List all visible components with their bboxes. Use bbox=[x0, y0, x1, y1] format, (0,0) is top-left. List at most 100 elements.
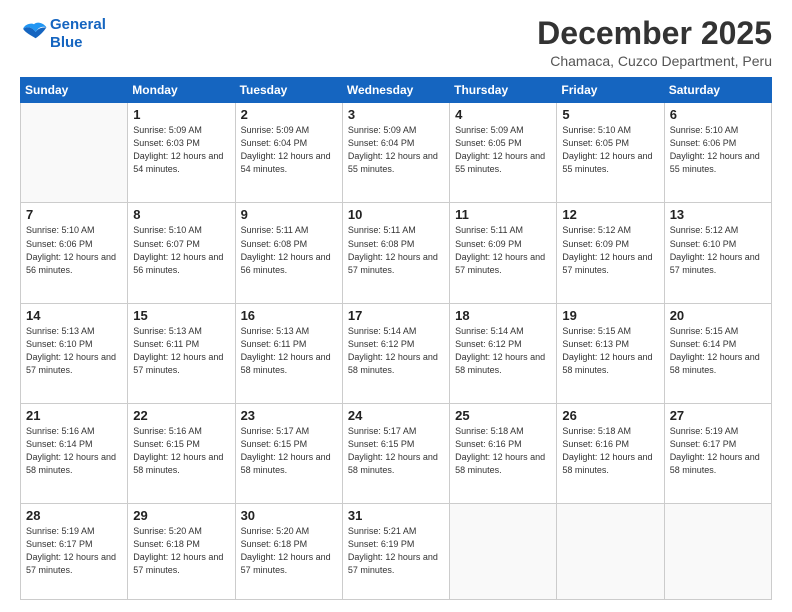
day-number: 13 bbox=[670, 207, 766, 222]
day-number: 31 bbox=[348, 508, 444, 523]
table-row: 16 Sunrise: 5:13 AMSunset: 6:11 PMDayligh… bbox=[235, 303, 342, 403]
header-thursday: Thursday bbox=[450, 78, 557, 103]
logo-text: General Blue bbox=[50, 16, 106, 52]
table-row: 13Sunrise: 5:12 AMSunset: 6:10 PMDayligh… bbox=[664, 203, 771, 303]
day-number: 28 bbox=[26, 508, 122, 523]
header: General Blue December 2025 Chamaca, Cuzc… bbox=[20, 16, 772, 69]
day-number: 20 bbox=[670, 308, 766, 323]
header-friday: Friday bbox=[557, 78, 664, 103]
table-row: 28 Sunrise: 5:19 AMSunset: 6:17 PMDayligh… bbox=[21, 504, 128, 600]
day-number: 24 bbox=[348, 408, 444, 423]
day-number: 4 bbox=[455, 107, 551, 122]
day-number: 1 bbox=[133, 107, 229, 122]
header-tuesday: Tuesday bbox=[235, 78, 342, 103]
day-number: 15 bbox=[133, 308, 229, 323]
day-info: Sunrise: 5:17 AMSunset: 6:15 PMDaylight:… bbox=[241, 425, 337, 477]
day-number: 25 bbox=[455, 408, 551, 423]
day-number: 2 bbox=[241, 107, 337, 122]
day-info: Sunrise: 5:21 AMSunset: 6:19 PMDaylight:… bbox=[348, 525, 444, 577]
table-row: 18 Sunrise: 5:14 AMSunset: 6:12 PMDayligh… bbox=[450, 303, 557, 403]
day-number: 23 bbox=[241, 408, 337, 423]
day-info: Sunrise: 5:11 AMSunset: 6:08 PMDaylight:… bbox=[241, 224, 337, 276]
table-row: 14Sunrise: 5:13 AMSunset: 6:10 PMDayligh… bbox=[21, 303, 128, 403]
day-info: Sunrise: 5:12 AMSunset: 6:09 PMDaylight:… bbox=[562, 224, 658, 276]
day-number: 21 bbox=[26, 408, 122, 423]
table-row: 9 Sunrise: 5:11 AMSunset: 6:08 PMDaylight… bbox=[235, 203, 342, 303]
day-number: 17 bbox=[348, 308, 444, 323]
day-info: Sunrise: 5:10 AMSunset: 6:05 PMDaylight:… bbox=[562, 124, 658, 176]
day-info: Sunrise: 5:13 AMSunset: 6:11 PMDaylight:… bbox=[133, 325, 229, 377]
day-number: 5 bbox=[562, 107, 658, 122]
day-info: Sunrise: 5:09 AMSunset: 6:03 PMDaylight:… bbox=[133, 124, 229, 176]
day-info: Sunrise: 5:19 AMSunset: 6:17 PMDaylight:… bbox=[670, 425, 766, 477]
table-row: 5 Sunrise: 5:10 AMSunset: 6:05 PMDaylight… bbox=[557, 103, 664, 203]
header-sunday: Sunday bbox=[21, 78, 128, 103]
day-number: 9 bbox=[241, 207, 337, 222]
day-number: 26 bbox=[562, 408, 658, 423]
day-number: 30 bbox=[241, 508, 337, 523]
calendar-table: Sunday Monday Tuesday Wednesday Thursday… bbox=[20, 77, 772, 600]
table-row bbox=[557, 504, 664, 600]
day-info: Sunrise: 5:10 AMSunset: 6:07 PMDaylight:… bbox=[133, 224, 229, 276]
day-number: 7 bbox=[26, 207, 122, 222]
day-number: 11 bbox=[455, 207, 551, 222]
day-info: Sunrise: 5:15 AMSunset: 6:13 PMDaylight:… bbox=[562, 325, 658, 377]
location-subtitle: Chamaca, Cuzco Department, Peru bbox=[537, 53, 772, 69]
table-row: 24 Sunrise: 5:17 AMSunset: 6:15 PMDayligh… bbox=[342, 404, 449, 504]
day-info: Sunrise: 5:10 AMSunset: 6:06 PMDaylight:… bbox=[26, 224, 122, 276]
table-row: 31 Sunrise: 5:21 AMSunset: 6:19 PMDayligh… bbox=[342, 504, 449, 600]
logo: General Blue bbox=[20, 16, 106, 52]
table-row: 27 Sunrise: 5:19 AMSunset: 6:17 PMDayligh… bbox=[664, 404, 771, 504]
table-row: 29Sunrise: 5:20 AMSunset: 6:18 PMDayligh… bbox=[128, 504, 235, 600]
title-block: December 2025 Chamaca, Cuzco Department,… bbox=[537, 16, 772, 69]
day-info: Sunrise: 5:13 AMSunset: 6:11 PMDaylight:… bbox=[241, 325, 337, 377]
table-row: 22Sunrise: 5:16 AMSunset: 6:15 PMDayligh… bbox=[128, 404, 235, 504]
table-row: 2 Sunrise: 5:09 AMSunset: 6:04 PMDaylight… bbox=[235, 103, 342, 203]
day-info: Sunrise: 5:09 AMSunset: 6:04 PMDaylight:… bbox=[241, 124, 337, 176]
day-number: 16 bbox=[241, 308, 337, 323]
day-number: 18 bbox=[455, 308, 551, 323]
weekday-header-row: Sunday Monday Tuesday Wednesday Thursday… bbox=[21, 78, 772, 103]
day-info: Sunrise: 5:20 AMSunset: 6:18 PMDaylight:… bbox=[241, 525, 337, 577]
header-wednesday: Wednesday bbox=[342, 78, 449, 103]
header-monday: Monday bbox=[128, 78, 235, 103]
day-info: Sunrise: 5:09 AMSunset: 6:05 PMDaylight:… bbox=[455, 124, 551, 176]
table-row: 3 Sunrise: 5:09 AMSunset: 6:04 PMDaylight… bbox=[342, 103, 449, 203]
table-row: 12 Sunrise: 5:12 AMSunset: 6:09 PMDayligh… bbox=[557, 203, 664, 303]
table-row: 26 Sunrise: 5:18 AMSunset: 6:16 PMDayligh… bbox=[557, 404, 664, 504]
day-number: 27 bbox=[670, 408, 766, 423]
day-info: Sunrise: 5:17 AMSunset: 6:15 PMDaylight:… bbox=[348, 425, 444, 477]
table-row: 30 Sunrise: 5:20 AMSunset: 6:18 PMDayligh… bbox=[235, 504, 342, 600]
day-number: 19 bbox=[562, 308, 658, 323]
table-row bbox=[450, 504, 557, 600]
day-info: Sunrise: 5:16 AMSunset: 6:15 PMDaylight:… bbox=[133, 425, 229, 477]
day-info: Sunrise: 5:10 AMSunset: 6:06 PMDaylight:… bbox=[670, 124, 766, 176]
header-saturday: Saturday bbox=[664, 78, 771, 103]
table-row: 19 Sunrise: 5:15 AMSunset: 6:13 PMDayligh… bbox=[557, 303, 664, 403]
day-number: 29 bbox=[133, 508, 229, 523]
day-info: Sunrise: 5:11 AMSunset: 6:09 PMDaylight:… bbox=[455, 224, 551, 276]
day-info: Sunrise: 5:16 AMSunset: 6:14 PMDaylight:… bbox=[26, 425, 122, 477]
day-number: 10 bbox=[348, 207, 444, 222]
day-number: 14 bbox=[26, 308, 122, 323]
table-row: 7 Sunrise: 5:10 AMSunset: 6:06 PMDaylight… bbox=[21, 203, 128, 303]
table-row: 15 Sunrise: 5:13 AMSunset: 6:11 PMDayligh… bbox=[128, 303, 235, 403]
day-info: Sunrise: 5:14 AMSunset: 6:12 PMDaylight:… bbox=[455, 325, 551, 377]
day-info: Sunrise: 5:18 AMSunset: 6:16 PMDaylight:… bbox=[455, 425, 551, 477]
table-row: 23 Sunrise: 5:17 AMSunset: 6:15 PMDayligh… bbox=[235, 404, 342, 504]
day-info: Sunrise: 5:18 AMSunset: 6:16 PMDaylight:… bbox=[562, 425, 658, 477]
table-row: 10Sunrise: 5:11 AMSunset: 6:08 PMDayligh… bbox=[342, 203, 449, 303]
day-info: Sunrise: 5:19 AMSunset: 6:17 PMDaylight:… bbox=[26, 525, 122, 577]
day-number: 3 bbox=[348, 107, 444, 122]
month-title: December 2025 bbox=[537, 16, 772, 51]
table-row bbox=[21, 103, 128, 203]
table-row: 1 Sunrise: 5:09 AMSunset: 6:03 PMDaylight… bbox=[128, 103, 235, 203]
table-row: 8Sunrise: 5:10 AMSunset: 6:07 PMDaylight… bbox=[128, 203, 235, 303]
table-row: 21 Sunrise: 5:16 AMSunset: 6:14 PMDayligh… bbox=[21, 404, 128, 504]
day-number: 12 bbox=[562, 207, 658, 222]
table-row: 25 Sunrise: 5:18 AMSunset: 6:16 PMDayligh… bbox=[450, 404, 557, 504]
day-info: Sunrise: 5:15 AMSunset: 6:14 PMDaylight:… bbox=[670, 325, 766, 377]
day-info: Sunrise: 5:09 AMSunset: 6:04 PMDaylight:… bbox=[348, 124, 444, 176]
page: General Blue December 2025 Chamaca, Cuzc… bbox=[0, 0, 792, 612]
day-number: 6 bbox=[670, 107, 766, 122]
